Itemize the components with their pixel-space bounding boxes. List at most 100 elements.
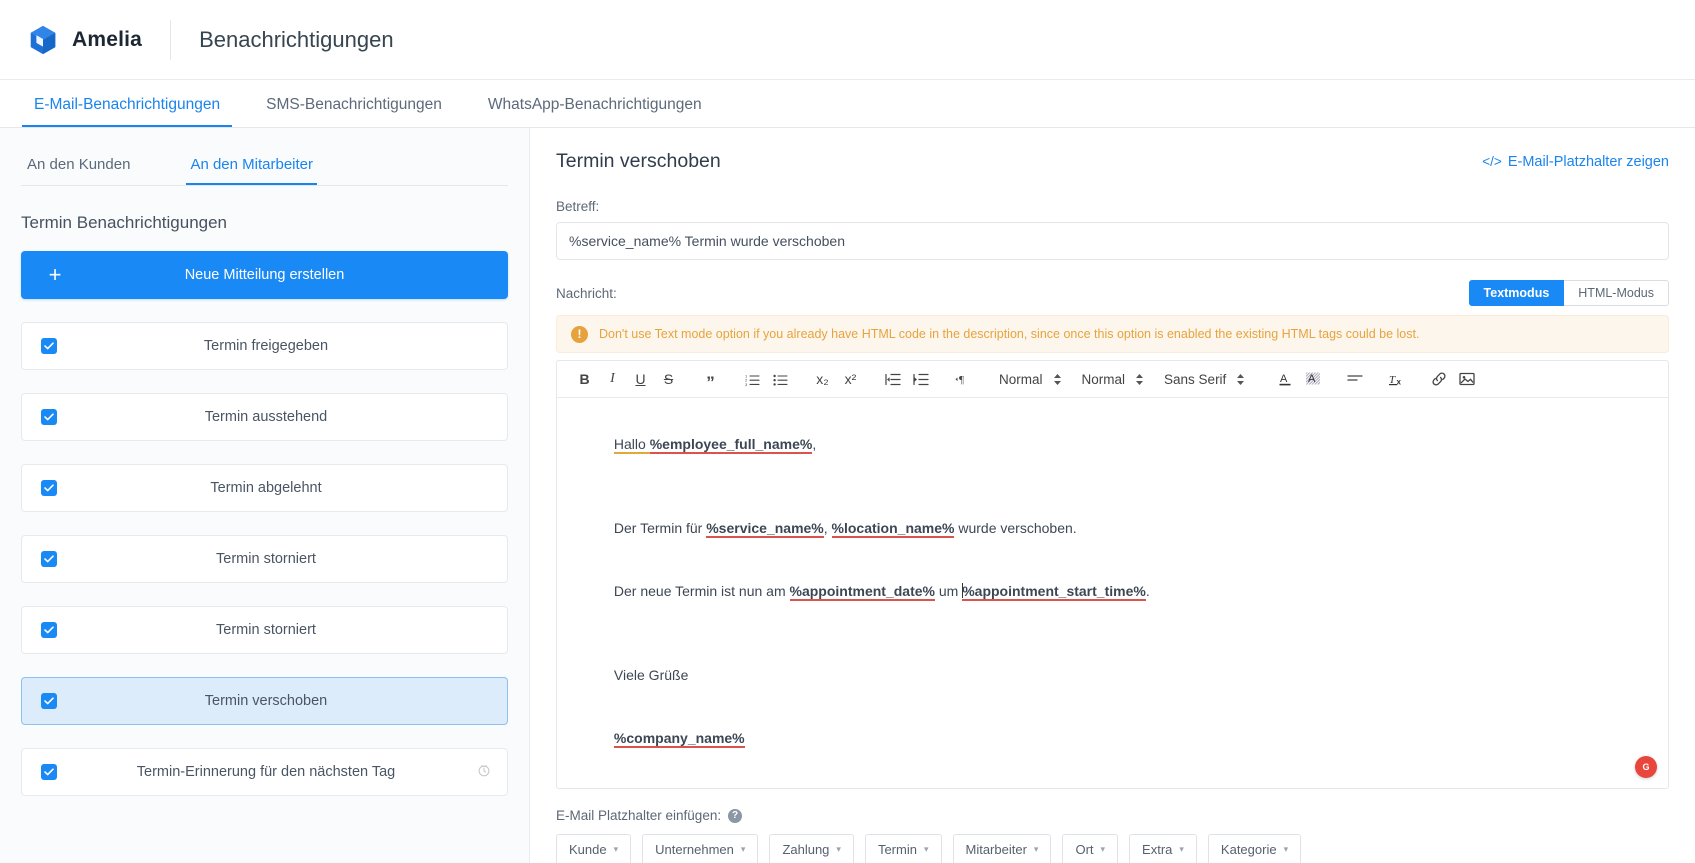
placeholder-button-ort[interactable]: Ort ▾ xyxy=(1062,834,1119,863)
placeholder-token: %location_name% xyxy=(831,520,955,538)
placeholder-button-zahlung[interactable]: Zahlung ▾ xyxy=(769,834,854,863)
text-mode-button[interactable]: Textmodus xyxy=(1468,280,1565,306)
list-item-selected[interactable]: Termin verschoben xyxy=(21,677,508,725)
detail-title: Termin verschoben xyxy=(556,150,721,172)
font-family-select-value: Sans Serif xyxy=(1164,371,1227,387)
outdent-icon[interactable] xyxy=(879,366,906,392)
tab-whatsapp-notifications[interactable]: WhatsApp-Benachrichtigungen xyxy=(476,96,714,127)
subject-input[interactable] xyxy=(556,222,1669,260)
help-icon[interactable]: ? xyxy=(728,808,743,823)
superscript-icon[interactable]: x² xyxy=(837,366,864,392)
list-item[interactable]: Termin freigegeben xyxy=(21,322,508,370)
list-item[interactable]: Termin ausstehend xyxy=(21,393,508,441)
text-color-icon[interactable]: A xyxy=(1271,366,1298,392)
background-color-icon[interactable]: A xyxy=(1299,366,1326,392)
underline-icon[interactable]: U xyxy=(627,366,654,392)
tab-sms-notifications[interactable]: SMS-Benachrichtigungen xyxy=(254,96,454,127)
editor-text: , xyxy=(823,520,832,536)
placeholder-button-kunde[interactable]: Kunde ▾ xyxy=(556,834,632,863)
new-message-button[interactable]: + Neue Mitteilung erstellen xyxy=(21,251,508,299)
list-item-label: Termin storniert xyxy=(216,551,316,567)
show-email-placeholders-link[interactable]: </> E-Mail-Platzhalter zeigen xyxy=(1482,154,1669,170)
placeholder-token: %company_name% xyxy=(613,730,745,748)
checkbox[interactable] xyxy=(41,622,57,638)
chevron-down-icon: ▾ xyxy=(836,844,841,854)
new-message-label: Neue Mitteilung erstellen xyxy=(184,267,345,283)
message-label: Nachricht: xyxy=(556,285,617,301)
editor-mode-toggle: Textmodus HTML-Modus xyxy=(1468,280,1669,306)
editor-text: Der Termin für xyxy=(613,520,707,536)
placeholder-token: %employee_full_name% xyxy=(649,436,813,454)
editor-line: %company_name% xyxy=(575,707,1650,770)
subtab-an-den-mitarbeiter[interactable]: An den Mitarbeiter xyxy=(186,156,318,185)
brand-name: Amelia xyxy=(72,27,143,51)
checkbox[interactable] xyxy=(41,764,57,780)
list-item-label: Termin verschoben xyxy=(204,693,328,709)
editor-line: Hallo %employee_full_name%, xyxy=(575,413,1650,476)
list-item-label: Termin freigegeben xyxy=(203,338,329,354)
align-icon[interactable] xyxy=(1341,366,1368,392)
placeholder-insert-label-row: E-Mail Platzhalter einfügen: ? xyxy=(556,808,1669,823)
subject-label: Betreff: xyxy=(556,199,600,214)
warning-icon: ! xyxy=(571,325,588,343)
code-icon: </> xyxy=(1482,154,1502,169)
editor-text: wurde verschoben. xyxy=(954,520,1077,536)
clock-icon[interactable] xyxy=(477,763,491,782)
chevron-down-icon: ▾ xyxy=(1179,844,1184,854)
placeholder-insert-label: E-Mail Platzhalter einfügen: xyxy=(556,808,722,823)
subscript-icon[interactable]: x₂ xyxy=(809,366,836,392)
blockquote-icon[interactable]: ” xyxy=(697,366,724,392)
indent-icon[interactable] xyxy=(907,366,934,392)
placeholder-button-label: Kunde xyxy=(569,842,607,857)
font-family-select[interactable]: Sans Serif xyxy=(1156,366,1251,392)
html-mode-button[interactable]: HTML-Modus xyxy=(1564,280,1669,306)
ordered-list-icon[interactable]: 123 xyxy=(739,366,766,392)
editor-text: Viele Grüße xyxy=(613,667,689,683)
placeholder-button-unternehmen[interactable]: Unternehmen ▾ xyxy=(642,834,759,863)
checkbox[interactable] xyxy=(41,551,57,567)
bold-icon[interactable]: B xyxy=(571,366,598,392)
checkbox[interactable] xyxy=(41,480,57,496)
font-size-select-value: Normal xyxy=(1081,371,1126,387)
top-bar: Amelia Benachrichtigungen xyxy=(0,0,1695,80)
list-item-label: Termin-Erinnerung für den nächsten Tag xyxy=(136,764,396,780)
chevron-updown-icon xyxy=(1135,373,1144,386)
heading-select[interactable]: Normal xyxy=(991,366,1068,392)
list-item-label: Termin abgelehnt xyxy=(210,480,322,496)
editor-line: Viele Grüße xyxy=(575,644,1650,707)
amelia-cube-logo xyxy=(26,23,60,57)
placeholder-button-label: Mitarbeiter xyxy=(965,842,1027,857)
checkbox[interactable] xyxy=(41,409,57,425)
tab-email-notifications[interactable]: E-Mail-Benachrichtigungen xyxy=(22,96,233,127)
list-item[interactable]: Termin storniert xyxy=(21,535,508,583)
sidebar: An den Kunden An den Mitarbeiter Termin … xyxy=(0,128,530,863)
list-item[interactable]: Termin storniert xyxy=(21,606,508,654)
image-icon[interactable] xyxy=(1453,366,1480,392)
checkbox[interactable] xyxy=(41,693,57,709)
placeholder-button-label: Extra xyxy=(1142,842,1173,857)
list-item[interactable]: Termin-Erinnerung für den nächsten Tag xyxy=(21,748,508,796)
bullet-list-icon[interactable] xyxy=(767,366,794,392)
plus-icon: + xyxy=(48,262,62,287)
link-icon[interactable] xyxy=(1425,366,1452,392)
chevron-updown-icon xyxy=(1053,373,1062,386)
strikethrough-icon[interactable]: S xyxy=(655,366,682,392)
page-title: Benachrichtigungen xyxy=(199,26,394,52)
placeholder-token: %service_name% xyxy=(706,520,824,538)
placeholder-button-label: Termin xyxy=(877,842,917,857)
svg-text:x: x xyxy=(1397,377,1402,386)
editor-content[interactable]: Hallo %employee_full_name%, Der Termin f… xyxy=(557,398,1668,788)
italic-icon[interactable]: I xyxy=(599,366,626,392)
text-direction-icon[interactable]: ¶ xyxy=(949,366,976,392)
subtab-an-den-kunden[interactable]: An den Kunden xyxy=(23,156,134,185)
placeholder-button-extra[interactable]: Extra ▾ xyxy=(1129,834,1197,863)
checkbox[interactable] xyxy=(41,338,57,354)
placeholder-button-mitarbeiter[interactable]: Mitarbeiter ▾ xyxy=(952,834,1052,863)
clear-formatting-icon[interactable]: Tx xyxy=(1383,366,1410,392)
list-item[interactable]: Termin abgelehnt xyxy=(21,464,508,512)
placeholder-button-kategorie[interactable]: Kategorie ▾ xyxy=(1207,834,1302,863)
grammarly-badge[interactable]: G xyxy=(1635,756,1657,778)
placeholder-button-termin[interactable]: Termin ▾ xyxy=(864,834,942,863)
list-item-label: Termin storniert xyxy=(216,622,316,638)
font-size-select[interactable]: Normal xyxy=(1074,366,1151,392)
